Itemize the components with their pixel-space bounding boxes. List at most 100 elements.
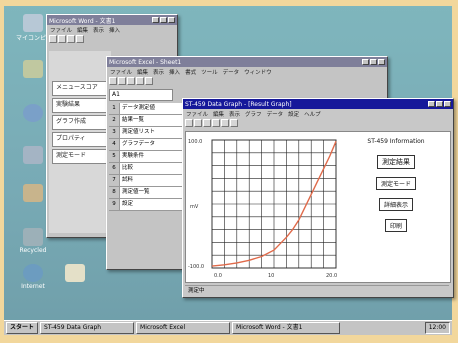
document-icon xyxy=(65,264,85,282)
maximize-button[interactable] xyxy=(436,101,443,107)
list-item[interactable]: メニュースコア xyxy=(52,81,108,96)
menu-item[interactable]: ヘルプ xyxy=(304,110,321,118)
minimize-button[interactable] xyxy=(428,101,435,107)
help-icon[interactable] xyxy=(230,119,238,127)
graph-titlebar[interactable]: ST-459 Data Graph - [Result Graph] xyxy=(183,99,453,109)
chart-icon[interactable] xyxy=(145,77,153,85)
print-icon[interactable] xyxy=(76,35,84,43)
menu-item[interactable]: 挿入 xyxy=(109,26,120,34)
desktop-icon-recycle-bin[interactable]: Recycled xyxy=(16,228,50,254)
result-button[interactable]: 測定結果 xyxy=(377,155,415,169)
menu-item[interactable]: ウィンドウ xyxy=(244,68,272,76)
close-button[interactable] xyxy=(168,17,175,23)
x-tick-label: 20.0 xyxy=(326,273,337,279)
menu-item[interactable]: 表示 xyxy=(229,110,240,118)
menu-item[interactable]: 書式 xyxy=(185,68,196,76)
menu-item[interactable]: 表示 xyxy=(153,68,164,76)
menu-item[interactable]: ファイル xyxy=(50,26,72,34)
new-icon[interactable] xyxy=(109,77,117,85)
excel-titlebar[interactable]: Microsoft Excel - Sheet1 xyxy=(107,57,387,67)
computer-icon xyxy=(23,14,43,32)
name-box[interactable]: A1 xyxy=(109,89,173,101)
table-cell[interactable]: 測定値リスト xyxy=(120,127,183,138)
table-cell[interactable]: 設定 xyxy=(120,199,183,210)
photo-frame-left xyxy=(0,0,4,343)
table-row: 7 試料 xyxy=(109,175,183,187)
list-item[interactable]: プロパティ xyxy=(52,132,108,147)
list-item[interactable]: 測定モード xyxy=(52,149,108,164)
table-cell[interactable]: 結果一覧 xyxy=(120,115,183,126)
desktop-icon-inbox[interactable] xyxy=(16,104,50,123)
task-button[interactable]: Microsoft Word - 文書1 xyxy=(232,322,341,334)
menu-item[interactable]: データ xyxy=(223,68,240,76)
zoom-icon[interactable] xyxy=(212,119,220,127)
menu-item[interactable]: ファイル xyxy=(186,110,208,118)
start-button[interactable]: スタート xyxy=(6,322,39,334)
menu-item[interactable]: データ xyxy=(267,110,284,118)
table-cell[interactable]: 測定値一覧 xyxy=(120,187,183,198)
print-button[interactable]: 印刷 xyxy=(384,219,407,232)
desktop-icon-document[interactable] xyxy=(58,264,92,283)
table-row: 2 結果一覧 xyxy=(109,115,183,127)
internet-icon xyxy=(23,264,43,282)
open-icon[interactable] xyxy=(185,119,193,127)
save-icon[interactable] xyxy=(194,119,202,127)
mode-button[interactable]: 測定モード xyxy=(375,177,416,190)
menu-item[interactable]: 表示 xyxy=(93,26,104,34)
table-row: 9 設定 xyxy=(109,199,183,211)
desktop-icon-internet[interactable]: Internet xyxy=(16,264,50,290)
list-item[interactable]: 実験結果 xyxy=(52,98,108,113)
close-button[interactable] xyxy=(444,101,451,107)
task-button[interactable]: ST-459 Data Graph xyxy=(40,322,135,334)
globe-icon xyxy=(23,104,43,122)
task-button[interactable]: Microsoft Excel xyxy=(136,322,231,334)
table-cell[interactable]: 比較 xyxy=(120,163,183,174)
minimize-button[interactable] xyxy=(362,59,369,65)
save-icon[interactable] xyxy=(67,35,75,43)
desktop-icon-my-computer[interactable]: マイコンピュータ xyxy=(16,14,50,42)
menu-item[interactable]: 挿入 xyxy=(169,68,180,76)
new-icon[interactable] xyxy=(49,35,57,43)
word-menubar: ファイル 編集 表示 挿入 xyxy=(47,25,177,34)
table-row: 1 データ測定値 xyxy=(109,103,183,115)
close-button[interactable] xyxy=(378,59,385,65)
y-tick-label: 100.0 xyxy=(188,139,202,145)
table-row: 3 測定値リスト xyxy=(109,127,183,139)
info-panel: ST-459 Information 測定結果 測定モード 詳細表示 印刷 xyxy=(344,138,448,236)
table-cell[interactable]: 実験条件 xyxy=(120,151,183,162)
list-item[interactable]: グラフ作成 xyxy=(52,115,108,130)
menu-item[interactable]: 設定 xyxy=(288,110,299,118)
table-cell[interactable]: グラフデータ xyxy=(120,139,183,150)
minimize-button[interactable] xyxy=(152,17,159,23)
menu-item[interactable]: 編集 xyxy=(137,68,148,76)
desktop-icon-label: Internet xyxy=(21,283,45,290)
desktop-icon-folder[interactable] xyxy=(16,184,50,203)
table-cell[interactable]: 試料 xyxy=(120,175,183,186)
menu-item[interactable]: ファイル xyxy=(110,68,132,76)
graph-client-area: 100.0 -100.0 mV 0.0 10 20.0 ST-459 Infor… xyxy=(185,131,451,283)
maximize-button[interactable] xyxy=(160,17,167,23)
menu-item[interactable]: 編集 xyxy=(213,110,224,118)
desktop-icon-briefcase[interactable] xyxy=(16,146,50,165)
graph-icon[interactable] xyxy=(221,119,229,127)
info-button[interactable]: 詳細表示 xyxy=(378,198,413,211)
graph-toolbar xyxy=(183,118,453,130)
open-icon[interactable] xyxy=(58,35,66,43)
menu-item[interactable]: ツール xyxy=(201,68,218,76)
save-icon[interactable] xyxy=(127,77,135,85)
word-titlebar[interactable]: Microsoft Word - 文書1 xyxy=(47,15,177,25)
graph-title: ST-459 Data Graph - [Result Graph] xyxy=(185,100,292,108)
briefcase-icon xyxy=(23,146,43,164)
print-icon[interactable] xyxy=(203,119,211,127)
maximize-button[interactable] xyxy=(370,59,377,65)
y-tick-label: -100.0 xyxy=(188,264,204,270)
desktop-icon-network[interactable] xyxy=(16,60,50,79)
menu-item[interactable]: 編集 xyxy=(77,26,88,34)
excel-title: Microsoft Excel - Sheet1 xyxy=(109,58,182,66)
recycle-bin-icon xyxy=(23,228,43,246)
table-cell[interactable]: データ測定値 xyxy=(120,103,183,114)
menu-item[interactable]: グラフ xyxy=(245,110,262,118)
open-icon[interactable] xyxy=(118,77,126,85)
print-icon[interactable] xyxy=(136,77,144,85)
desktop-icon-label: マイコンピュータ xyxy=(16,35,50,42)
